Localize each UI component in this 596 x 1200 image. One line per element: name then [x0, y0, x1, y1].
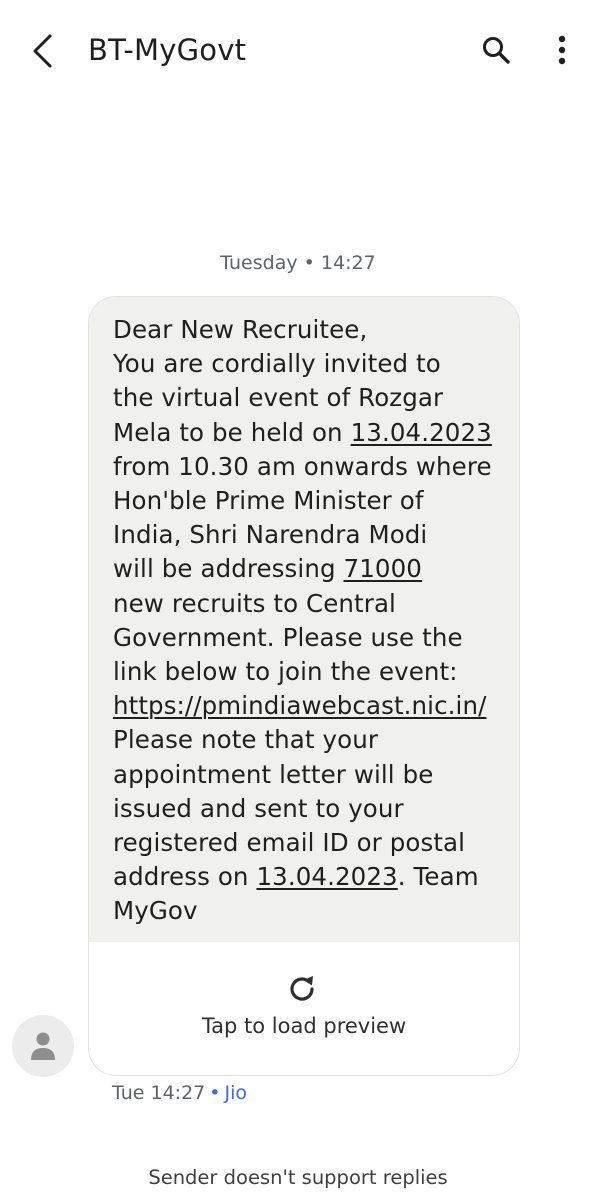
search-button[interactable]	[474, 28, 518, 72]
message-link[interactable]: https://pmindiawebcast.nic.in/	[113, 691, 486, 720]
conversation-screen: BT-MyGovt Tuesday • 14:27 Dear New Recru…	[0, 0, 596, 1200]
search-icon	[483, 37, 510, 64]
message-text-segment: from 10.30 am onwards where Hon'ble Prim…	[113, 451, 492, 584]
more-vert-icon	[558, 35, 566, 65]
conversation-title: BT-MyGovt	[88, 33, 247, 67]
message-link[interactable]: 71000	[344, 554, 422, 583]
back-arrow-icon	[33, 34, 52, 68]
message-text: Dear New Recruitee, You are cordially in…	[113, 313, 505, 929]
message-link[interactable]: 13.04.2023	[351, 418, 492, 447]
more-options-button[interactable]	[540, 28, 584, 72]
meta-bullet: •	[209, 1082, 221, 1104]
message-text-segment: new recruits to Central Government. Plea…	[113, 588, 463, 687]
carrier-label: Jio	[224, 1082, 247, 1104]
message-body: Dear New Recruitee, You are cordially in…	[89, 297, 519, 942]
top-app-bar: BT-MyGovt	[0, 0, 596, 100]
date-separator-bullet: •	[303, 252, 315, 274]
tap-to-load-preview-label: Tap to load preview	[201, 1014, 407, 1038]
back-button[interactable]	[22, 28, 62, 74]
sender-avatar[interactable]	[12, 1015, 74, 1077]
message-meta: Tue 14:27 • Jio	[112, 1082, 247, 1104]
link-preview-area[interactable]: Tap to load preview	[89, 942, 519, 1075]
message-link[interactable]: 13.04.2023	[256, 862, 397, 891]
reply-unsupported-notice: Sender doesn't support replies	[148, 1166, 448, 1189]
date-separator-time: 14:27	[320, 252, 376, 274]
message-timestamp: Tue 14:27	[112, 1082, 206, 1104]
date-separator-day: Tuesday	[220, 252, 298, 274]
message-bubble[interactable]: Dear New Recruitee, You are cordially in…	[88, 296, 520, 1076]
date-separator: Tuesday • 14:27	[0, 252, 596, 274]
person-icon	[31, 1032, 55, 1060]
refresh-icon	[290, 976, 314, 1001]
